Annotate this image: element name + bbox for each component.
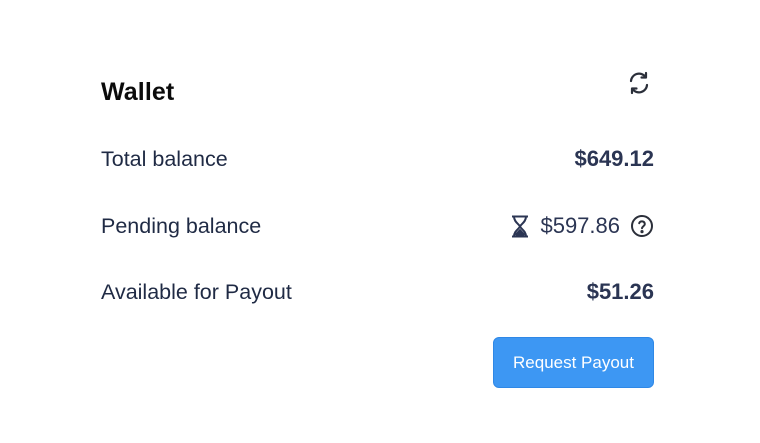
available-payout-row: Available for Payout $51.26 (101, 276, 654, 308)
request-payout-button[interactable]: Request Payout (493, 337, 654, 388)
refresh-button[interactable] (626, 70, 652, 96)
help-circle-icon[interactable] (630, 214, 654, 238)
wallet-card: Wallet Total balance $649.12 Pending bal… (0, 0, 760, 443)
pending-balance-row: Pending balance $597.86 (101, 210, 654, 242)
pending-balance-label: Pending balance (101, 213, 262, 238)
available-payout-value: $51.26 (586, 279, 654, 304)
total-balance-row: Total balance $649.12 (101, 143, 654, 175)
pending-balance-value: $597.86 (540, 213, 620, 238)
available-payout-label: Available for Payout (101, 279, 292, 304)
hourglass-icon (510, 214, 530, 238)
refresh-icon (629, 71, 649, 95)
wallet-title: Wallet (101, 78, 175, 106)
pending-balance-group: $597.86 (510, 213, 654, 239)
total-balance-label: Total balance (101, 146, 228, 171)
total-balance-value: $649.12 (574, 146, 654, 171)
